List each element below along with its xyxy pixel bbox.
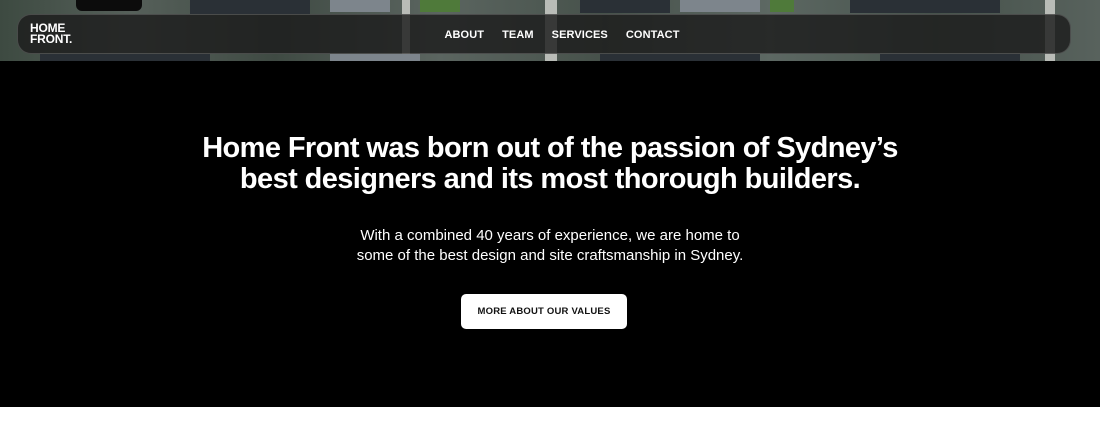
roof-shape (680, 0, 760, 12)
nav-link-contact[interactable]: CONTACT (626, 29, 680, 41)
roof-shape (40, 54, 210, 61)
roof-shape (580, 0, 670, 13)
subtext-line-2: some of the best design and site craftsm… (356, 247, 744, 264)
nav-links: ABOUT TEAM SERVICES CONTACT (18, 15, 1070, 55)
subtext-line-1: With a combined 40 years of experience, … (360, 227, 740, 244)
headline-line-1: Home Front was born out of the passion o… (202, 132, 898, 164)
intro-headline: Home Front was born out of the passion o… (0, 133, 1100, 195)
roof-shape (850, 0, 1000, 13)
more-about-values-button[interactable]: MORE ABOUT OUR VALUES (461, 294, 627, 329)
lawn-shape (770, 0, 794, 12)
roof-shape (330, 54, 420, 61)
nav-link-team[interactable]: TEAM (502, 29, 534, 41)
roof-shape (190, 0, 310, 14)
nav-link-about[interactable]: ABOUT (444, 29, 484, 41)
aerial-photo-banner: HOME FRONT. ABOUT TEAM SERVICES CONTACT (0, 0, 1100, 61)
lawn-shape (420, 0, 460, 12)
intro-subtext: With a combined 40 years of experience, … (0, 226, 1100, 266)
about-intro-section: Home Front was born out of the passion o… (0, 61, 1100, 407)
roof-shape (880, 54, 1020, 61)
navigation-bar: HOME FRONT. ABOUT TEAM SERVICES CONTACT (17, 14, 1071, 54)
roof-shape (330, 0, 390, 12)
headline-line-2: best designers and its most thorough bui… (239, 163, 861, 195)
roof-shape (600, 54, 760, 61)
photo-dark-shape (76, 0, 142, 11)
nav-link-services[interactable]: SERVICES (552, 29, 608, 41)
